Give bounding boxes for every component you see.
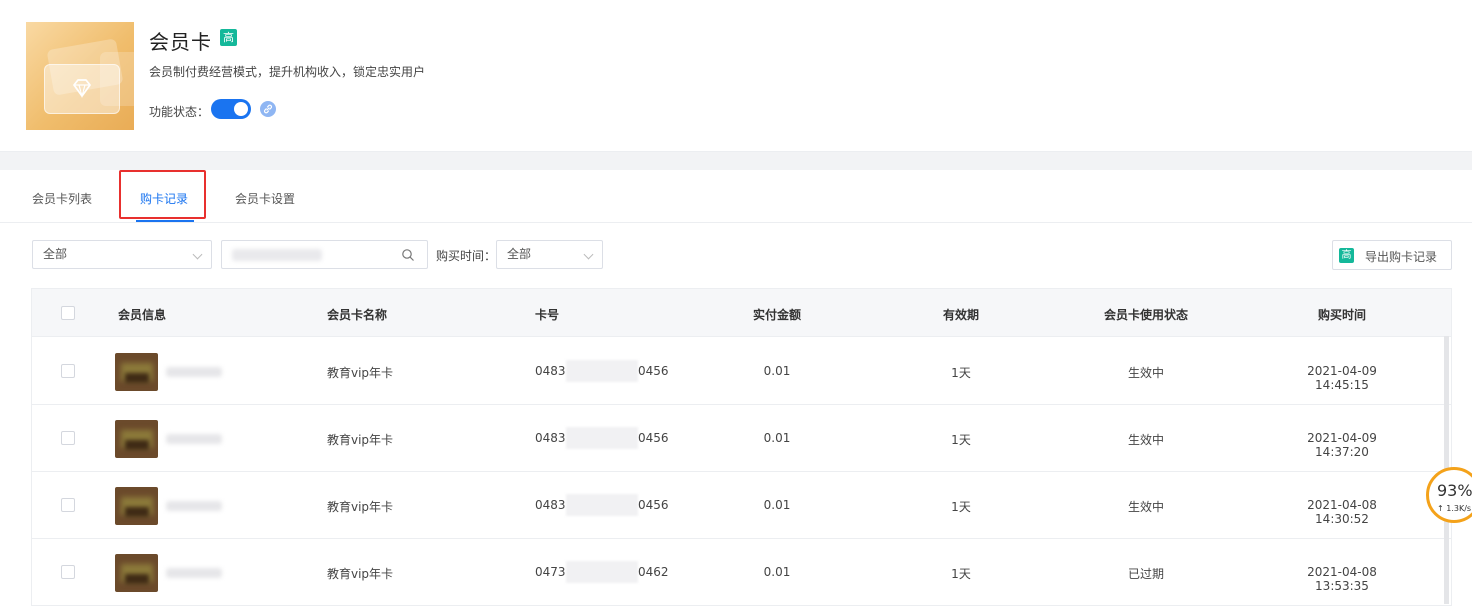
- row-checkbox[interactable]: [61, 565, 75, 579]
- diamond-icon: [73, 79, 91, 99]
- member-nickname: [166, 434, 222, 444]
- export-records-button[interactable]: 高 导出购卡记录: [1332, 240, 1452, 270]
- card-number-mask: [566, 561, 638, 583]
- header-amount: 实付金额: [752, 308, 802, 322]
- amount: 0.01: [763, 431, 791, 445]
- card-number-suffix: 0456: [638, 364, 669, 378]
- table-row: 教育vip年卡 0483 0456 0.01 1天 生效中 2021-04-08…: [32, 472, 1451, 539]
- filter-bar: 全部 购买时间： 全部 高 导出购卡记录: [0, 240, 1472, 270]
- card-name: 教育vip年卡: [327, 433, 394, 447]
- card-name: 教育vip年卡: [327, 500, 394, 514]
- avatar: [115, 353, 158, 391]
- speed-percent: 93%: [1437, 481, 1472, 500]
- header-member-info: 会员信息: [118, 308, 167, 322]
- header-card-number: 卡号: [535, 308, 560, 322]
- validity: 1天: [951, 500, 971, 514]
- tab-member-card-settings[interactable]: 会员卡设置: [235, 190, 295, 207]
- card-number-prefix: 0483: [535, 364, 566, 378]
- tab-member-card-list[interactable]: 会员卡列表: [32, 190, 92, 207]
- member-nickname: [166, 568, 222, 578]
- table-row: 教育vip年卡 0483 0456 0.01 1天 生效中 2021-04-09…: [32, 338, 1451, 405]
- main-panel: 会员卡列表 购卡记录 会员卡设置 全部 购买时间： 全部 高 导出购卡记录 会员…: [0, 170, 1472, 606]
- row-checkbox[interactable]: [61, 498, 75, 512]
- purchase-time: 2021-04-09 14:45:15: [1307, 364, 1377, 392]
- page-description: 会员制付费经营模式，提升机构收入，锁定忠实用户: [149, 65, 426, 79]
- buy-time-select[interactable]: 全部: [496, 240, 603, 269]
- card-number-suffix: 0456: [638, 431, 669, 445]
- feature-status-label: 功能状态：: [149, 105, 210, 119]
- highlight-box: [119, 170, 206, 219]
- validity: 1天: [951, 567, 971, 581]
- header-purchase-time: 购买时间: [1317, 308, 1367, 322]
- row-checkbox[interactable]: [61, 431, 75, 445]
- usage-status: 生效中: [1127, 500, 1165, 514]
- member-card-illustration: [26, 22, 134, 130]
- card-number-suffix: 0462: [638, 565, 669, 579]
- page-title: 会员卡: [149, 30, 212, 54]
- card-number-mask: [566, 494, 638, 516]
- avatar: [115, 554, 158, 592]
- card-name: 教育vip年卡: [327, 567, 394, 581]
- member-filter-select[interactable]: 全部: [32, 240, 212, 269]
- card-number-prefix: 0483: [535, 431, 566, 445]
- purchase-time: 2021-04-08 14:30:52: [1307, 498, 1377, 526]
- validity: 1天: [951, 366, 971, 380]
- amount: 0.01: [763, 498, 791, 512]
- purchase-time: 2021-04-08 13:53:35: [1307, 565, 1377, 593]
- feature-status-toggle[interactable]: [211, 99, 251, 119]
- table-row: 教育vip年卡 0473 0462 0.01 1天 已过期 2021-04-08…: [32, 539, 1451, 606]
- card-number-mask: [566, 427, 638, 449]
- active-tab-indicator: [136, 220, 194, 222]
- usage-status: 生效中: [1127, 433, 1165, 447]
- search-input[interactable]: [221, 240, 428, 269]
- header-card-name: 会员卡名称: [327, 308, 388, 322]
- select-all-checkbox[interactable]: [61, 306, 75, 320]
- card-number-mask: [566, 360, 638, 382]
- amount: 0.01: [763, 364, 791, 378]
- link-icon[interactable]: [260, 101, 276, 117]
- avatar: [115, 420, 158, 458]
- usage-status: 生效中: [1127, 366, 1165, 380]
- purchase-time: 2021-04-09 14:37:20: [1307, 431, 1377, 459]
- usage-status: 已过期: [1127, 567, 1165, 581]
- search-icon: [402, 249, 414, 261]
- card-number-prefix: 0473: [535, 565, 566, 579]
- amount: 0.01: [763, 565, 791, 579]
- member-nickname: [166, 501, 222, 511]
- chevron-down-icon: [583, 249, 594, 260]
- feature-header: 会员卡 高 会员制付费经营模式，提升机构收入，锁定忠实用户 功能状态：: [0, 0, 1472, 152]
- chevron-down-icon: [192, 249, 203, 260]
- card-number-prefix: 0483: [535, 498, 566, 512]
- table-row: 教育vip年卡 0483 0456 0.01 1天 生效中 2021-04-09…: [32, 405, 1451, 472]
- card-name: 教育vip年卡: [327, 366, 394, 380]
- header-validity: 有效期: [942, 308, 980, 322]
- header-usage-status: 会员卡使用状态: [1103, 308, 1189, 322]
- card-number-suffix: 0456: [638, 498, 669, 512]
- avatar: [115, 487, 158, 525]
- speed-rate: ↑ 1.3K/s: [1437, 504, 1472, 513]
- row-checkbox[interactable]: [61, 364, 75, 378]
- table-header: 会员信息 会员卡名称 卡号 实付金额 有效期 会员卡使用状态 购买时间: [32, 289, 1451, 337]
- tab-bar: 会员卡列表 购卡记录 会员卡设置: [0, 170, 1472, 223]
- purchase-records-table: 会员信息 会员卡名称 卡号 实付金额 有效期 会员卡使用状态 购买时间 教育vi…: [31, 288, 1452, 606]
- premium-badge: 高: [220, 29, 237, 46]
- validity: 1天: [951, 433, 971, 447]
- premium-badge: 高: [1339, 248, 1354, 263]
- member-nickname: [166, 367, 222, 377]
- buy-time-label: 购买时间：: [436, 249, 497, 263]
